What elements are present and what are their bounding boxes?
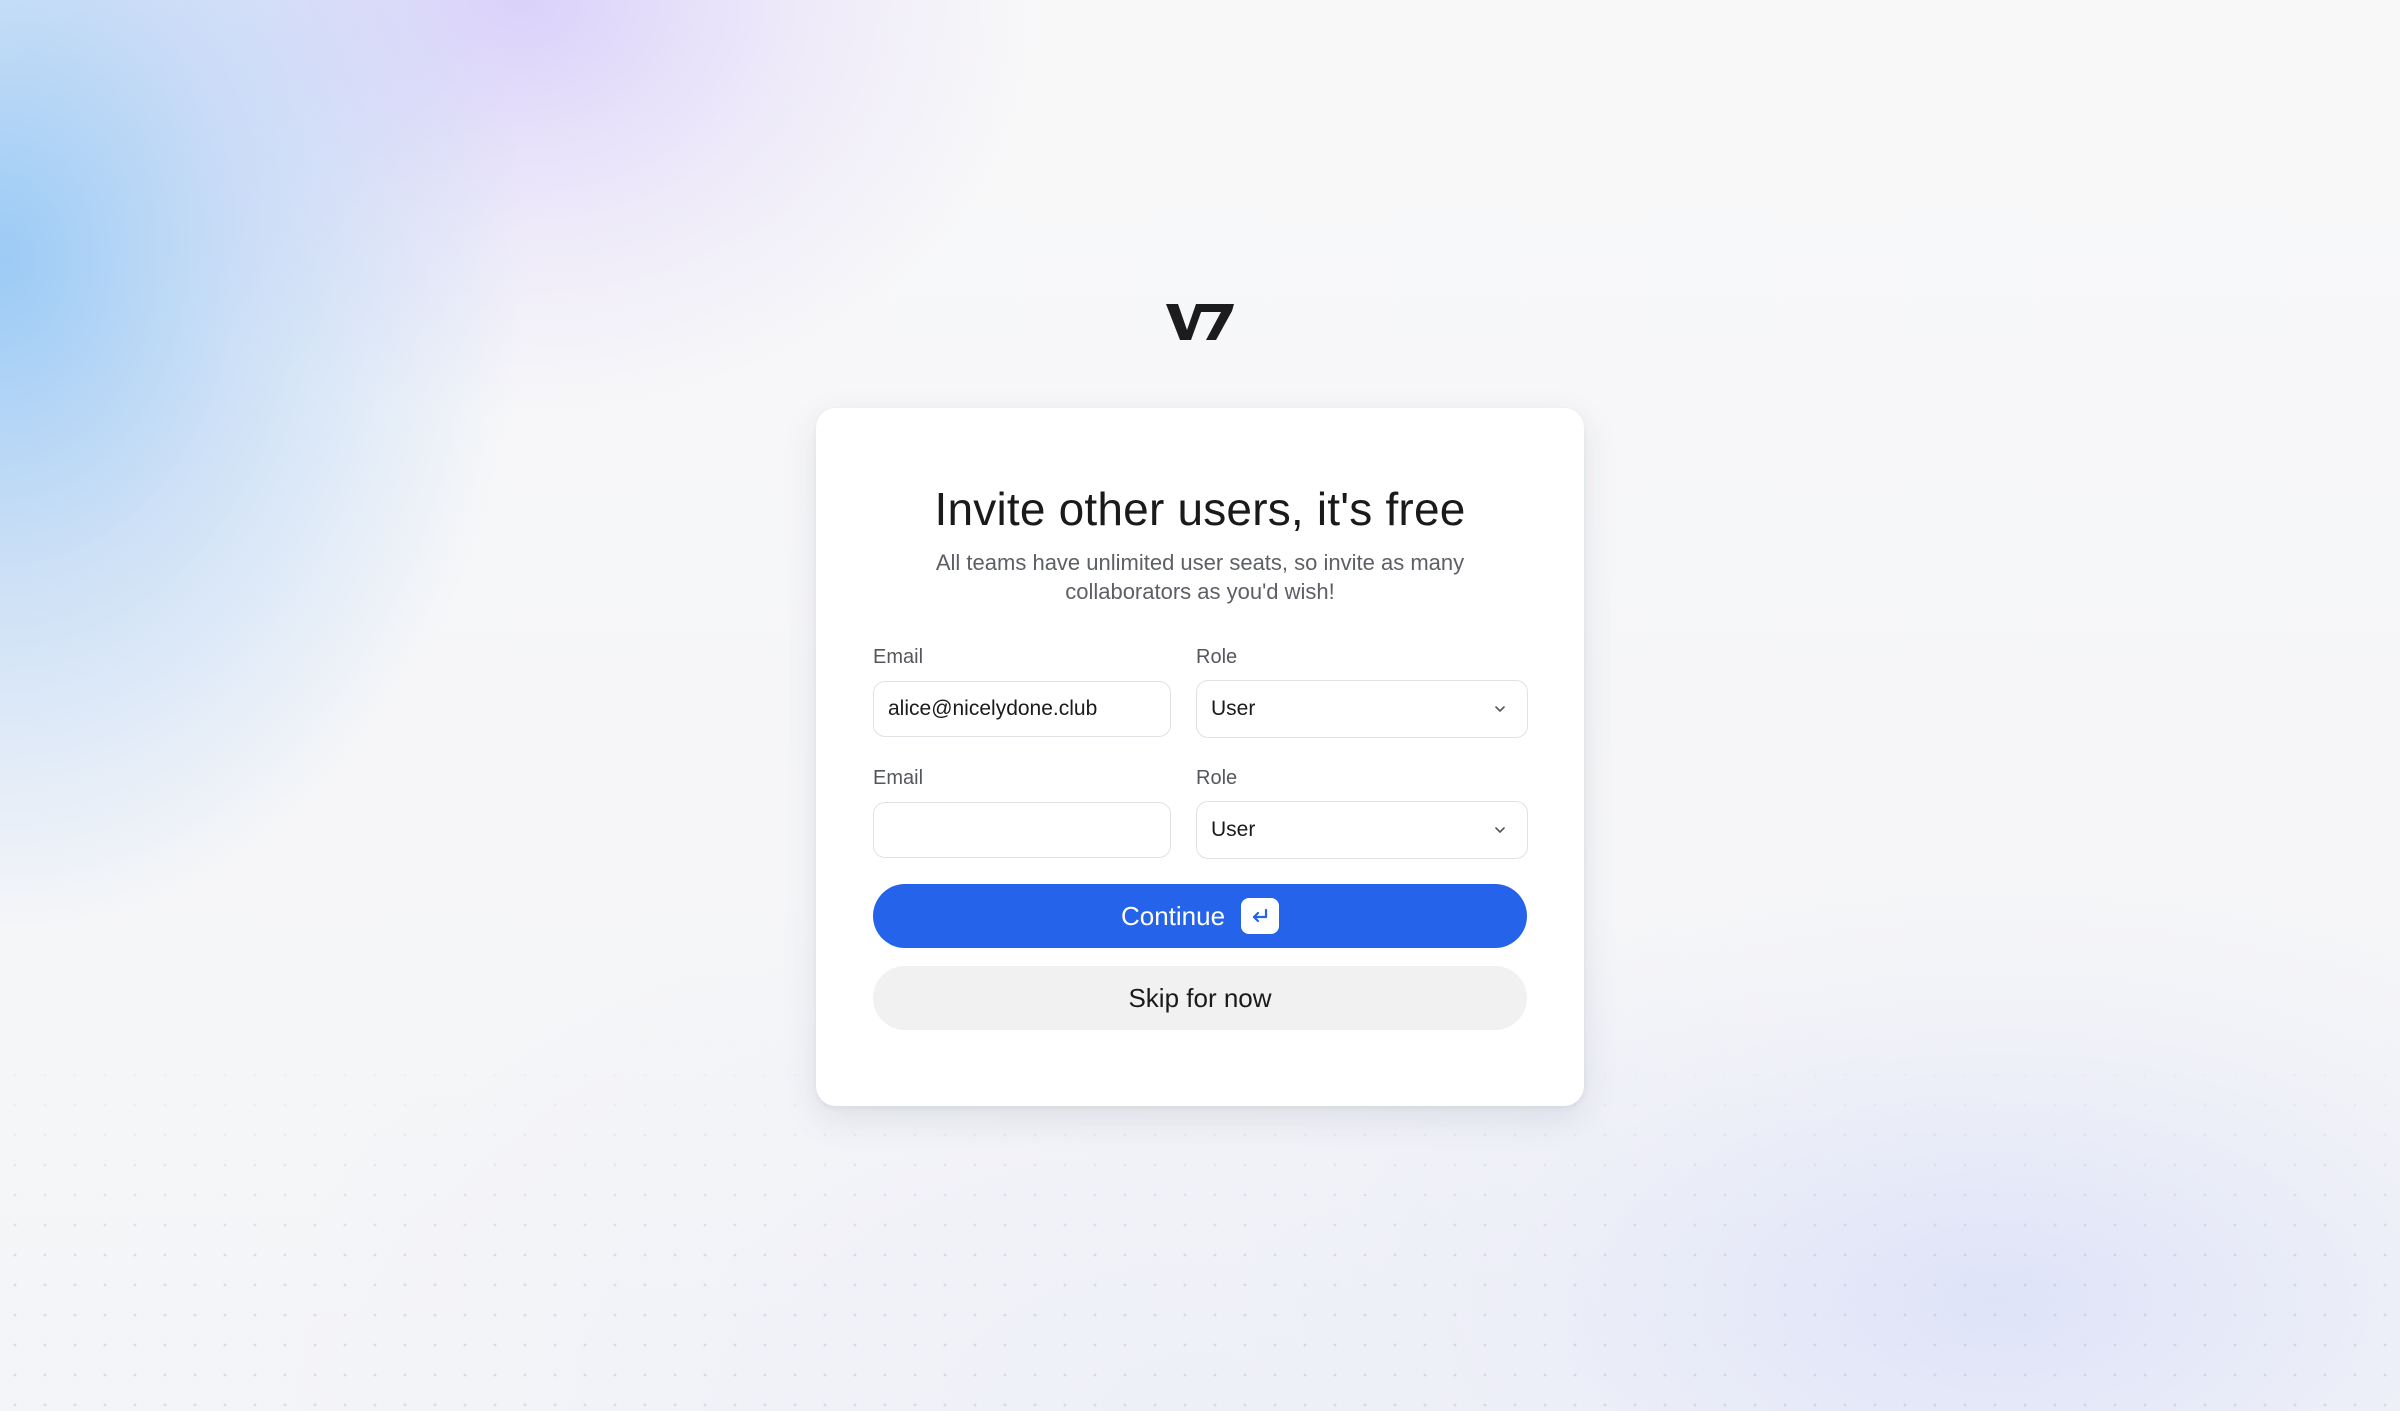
page-subtitle: All teams have unlimited user seats, so … [935, 550, 1465, 604]
continue-button-label: Continue [1120, 900, 1226, 931]
skip-button[interactable]: Skip for now [873, 966, 1527, 1030]
chevron-down-icon [1495, 827, 1505, 833]
chevron-down-icon [1495, 706, 1505, 712]
page-title: Invite other users, it's free [934, 483, 1466, 535]
email-field-2[interactable] [873, 802, 1171, 858]
role-select-2-value: User [1211, 818, 1256, 841]
email-label-2: Email [873, 767, 924, 789]
email-input-2[interactable] [888, 818, 1156, 842]
role-select-1[interactable]: User [1196, 680, 1528, 738]
email-label-1: Email [873, 646, 924, 668]
skip-button-label: Skip for now [1128, 982, 1272, 1013]
email-field-1[interactable] [873, 681, 1171, 737]
email-input-1[interactable] [888, 697, 1156, 721]
invite-card: Invite other users, it's free All teams … [816, 408, 1584, 1106]
role-select-2[interactable]: User [1196, 801, 1528, 859]
enter-key-icon [1241, 898, 1280, 934]
continue-button[interactable]: Continue [873, 884, 1527, 948]
role-label-1: Role [1196, 646, 1238, 668]
role-label-2: Role [1196, 767, 1238, 789]
role-select-1-value: User [1211, 697, 1256, 720]
v7-logo [1166, 304, 1234, 340]
